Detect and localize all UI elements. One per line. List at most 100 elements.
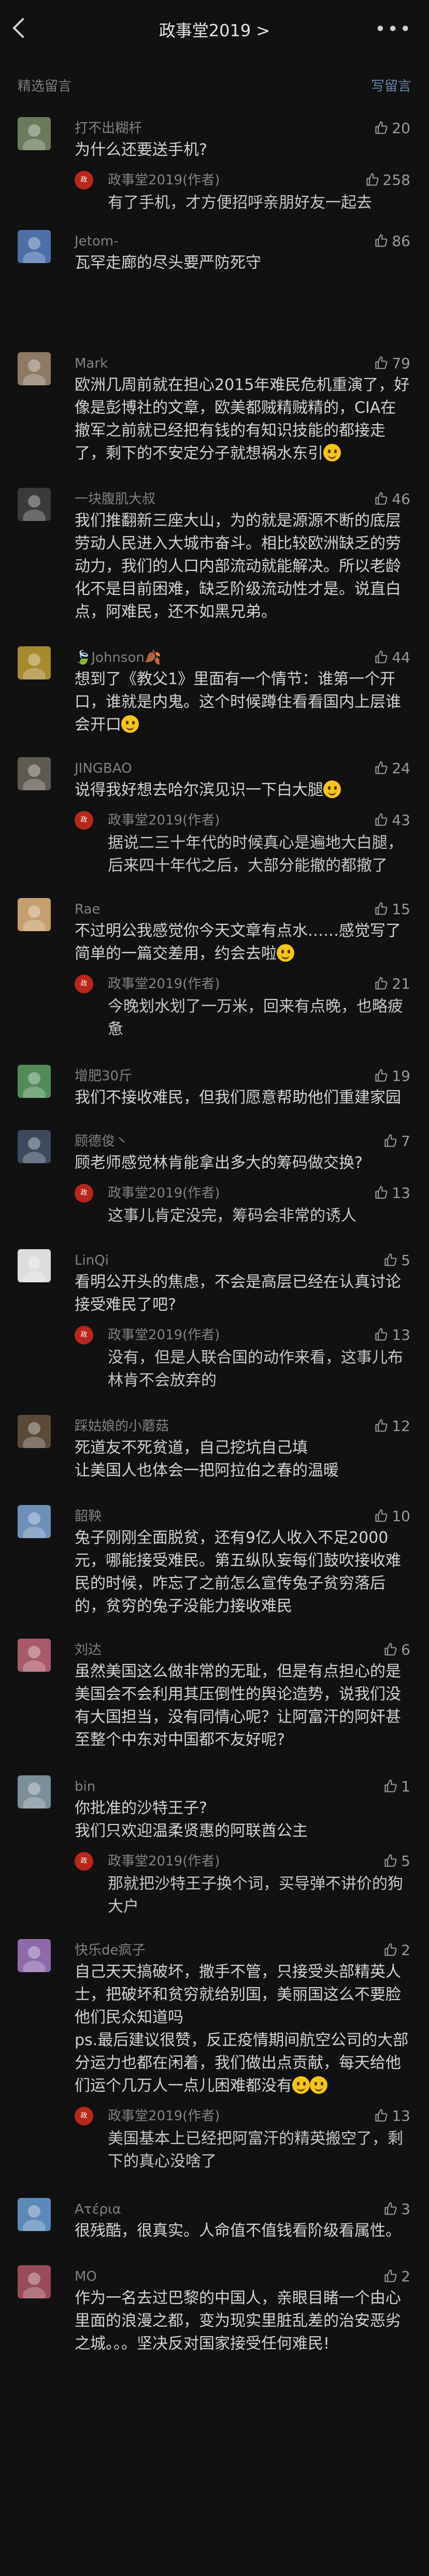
thumbs-up-icon bbox=[374, 901, 392, 918]
comment-item: 快乐de疯子 2 自己天天搞破坏，撒手不管，只接受头部精英人士，把破坏和贫穷就给别国… bbox=[0, 1939, 429, 2173]
top-bar: 政事堂2019 > ••• bbox=[0, 0, 429, 58]
avatar[interactable] bbox=[18, 2265, 51, 2298]
avatar[interactable] bbox=[18, 757, 51, 790]
like-count: 44 bbox=[392, 649, 410, 666]
comment-item: 韶鞅 10 兔子刚刚全面脱贫，还有9亿人收入不足2000元，哪能接受难民。第五纵队妄… bbox=[0, 1505, 429, 1618]
reply-like-button[interactable]: 5 bbox=[383, 1851, 410, 1872]
comment-text: 死道友不死贫道，自己挖坑自己填 让美国人也体会一把阿拉伯之春的温暖 bbox=[75, 1439, 339, 1480]
commenter-name: bin bbox=[75, 1779, 96, 1794]
avatar[interactable] bbox=[18, 1249, 51, 1282]
thumbs-up-icon bbox=[374, 490, 392, 508]
avatar[interactable] bbox=[18, 898, 51, 931]
reply-author-name: 政事堂2019(作者) bbox=[108, 813, 220, 828]
like-button[interactable]: 2 bbox=[383, 1941, 410, 1960]
avatar[interactable] bbox=[18, 1415, 51, 1448]
author-reply: 政政事堂2019(作者) 13 没有，但是人联合国的动作来看，这事儿布林肯不会放弃的 bbox=[75, 1325, 410, 1392]
thumbs-up-icon bbox=[383, 1133, 401, 1150]
reply-like-button[interactable]: 13 bbox=[374, 1183, 410, 1204]
comment-item: 增肥30斤 19 我们不接收难民，但我们愿意帮助他们重建家园 bbox=[0, 1065, 429, 1109]
thumbs-up-icon bbox=[374, 649, 392, 666]
avatar[interactable] bbox=[18, 646, 51, 679]
smiling-face-emoji-icon bbox=[121, 715, 139, 733]
commenter-name: Jetom- bbox=[75, 234, 119, 249]
account-title-link[interactable]: 政事堂2019 > bbox=[0, 18, 429, 41]
avatar[interactable] bbox=[18, 1130, 51, 1163]
avatar[interactable] bbox=[18, 1639, 51, 1672]
like-button[interactable]: 5 bbox=[383, 1251, 410, 1270]
comment-text: 我们不接收难民，但我们愿意帮助他们重建家园 bbox=[75, 1089, 401, 1107]
like-count: 3 bbox=[401, 2201, 410, 2218]
author-reply: 政政事堂2019(作者) 43 据说二三十年代的时候真心是遍地大白腿，后来四十年代之… bbox=[75, 810, 410, 877]
comment-text: 你批准的沙特王子? 我们只欢迎温柔贤惠的阿联酋公主 bbox=[75, 1799, 308, 1840]
like-button[interactable]: 24 bbox=[374, 759, 410, 778]
like-count: 79 bbox=[392, 355, 410, 372]
comment-item: 踩姑娘的小蘑菇 12 死道友不死贫道，自己挖坑自己填 让美国人也体会一把阿拉伯之春的… bbox=[0, 1415, 429, 1482]
commenter-name: 🍃Johnson🍂 bbox=[75, 650, 162, 665]
comment-item: Mark 79 欧洲几周前就在担心2015年难民危机重演了，好像是彭博社的文章，欧美… bbox=[0, 352, 429, 465]
like-count: 10 bbox=[392, 1508, 410, 1525]
thumbs-up-icon bbox=[374, 120, 392, 137]
reply-like-button[interactable]: 21 bbox=[374, 974, 410, 994]
like-button[interactable]: 7 bbox=[383, 1132, 410, 1151]
like-count: 12 bbox=[392, 1417, 410, 1435]
comment-text: 作为一名去过巴黎的中国人，亲眼目睹一个由心里面的浪漫之都，变为现实里脏乱差的治安… bbox=[75, 2289, 401, 2353]
avatar[interactable] bbox=[18, 1505, 51, 1538]
thumbs-up-icon bbox=[383, 1778, 401, 1795]
comment-item: 打不出糊杆 20 为什么还要送手机? 政政事堂2019(作者) 258 有了手机，才方便招… bbox=[0, 117, 429, 214]
reply-like-button[interactable]: 258 bbox=[365, 170, 410, 191]
like-button[interactable]: 6 bbox=[383, 1641, 410, 1659]
comment-item: Rae 15 不过明公我感觉你今天文章有点水……感觉写了简单的一篇交差用，约会去啦政… bbox=[0, 898, 429, 1041]
reply-text: 没有，但是人联合国的动作来看，这事儿布林肯不会放弃的 bbox=[108, 1349, 403, 1390]
avatar[interactable] bbox=[18, 230, 51, 263]
like-button[interactable]: 2 bbox=[383, 2267, 410, 2286]
thumbs-up-icon bbox=[374, 1067, 392, 1084]
like-button[interactable]: 79 bbox=[374, 354, 410, 373]
smiling-face-emoji-icon bbox=[292, 2076, 310, 2094]
like-count: 6 bbox=[401, 1641, 410, 1658]
like-count: 7 bbox=[401, 1133, 410, 1150]
reply-like-button[interactable]: 13 bbox=[374, 1325, 410, 1345]
like-count: 20 bbox=[392, 120, 410, 137]
avatar[interactable] bbox=[18, 1065, 51, 1098]
like-button[interactable]: 19 bbox=[374, 1067, 410, 1086]
avatar[interactable] bbox=[18, 352, 51, 385]
comment-item: MO 2 作为一名去过巴黎的中国人，亲眼目睹一个由心里面的浪漫之都，变为现实里脏乱差… bbox=[0, 2265, 429, 2355]
reply-author-name: 政事堂2019(作者) bbox=[108, 1327, 220, 1343]
reply-like-count: 13 bbox=[392, 2107, 410, 2124]
avatar[interactable] bbox=[18, 117, 51, 150]
thumbs-up-icon bbox=[365, 171, 383, 189]
like-button[interactable]: 3 bbox=[383, 2200, 410, 2219]
avatar[interactable] bbox=[18, 1775, 51, 1808]
thumbs-up-icon bbox=[374, 1184, 392, 1202]
comment-text: 欧洲几周前就在担心2015年难民危机重演了，好像是彭博社的文章，欧美都贼精贼精的… bbox=[75, 376, 410, 462]
more-options-icon[interactable]: ••• bbox=[375, 19, 412, 40]
like-button[interactable]: 10 bbox=[374, 1507, 410, 1526]
like-button[interactable]: 44 bbox=[374, 648, 410, 667]
author-reply: 政政事堂2019(作者) 5 那就把沙特王子换个词，买导弹不讲价的狗大户 bbox=[75, 1851, 410, 1918]
commenter-name: Rae bbox=[75, 902, 101, 917]
author-badge-icon: 政 bbox=[75, 811, 93, 830]
comment-text: 为什么还要送手机? bbox=[75, 141, 207, 159]
comment-text: 瓦罕走廊的尽头要严防死守 bbox=[75, 254, 261, 272]
like-button[interactable]: 1 bbox=[383, 1777, 410, 1796]
like-button[interactable]: 20 bbox=[374, 119, 410, 138]
reply-like-button[interactable]: 43 bbox=[374, 810, 410, 831]
comment-text: 顾老师感觉林肯能拿出多大的筹码做交换? bbox=[75, 1154, 363, 1172]
comment-item: 刘达 6 虽然美国这么做非常的无耻，但是有点担心的是美国会不会利用其压倒性的舆论造势… bbox=[0, 1639, 429, 1752]
like-button[interactable]: 12 bbox=[374, 1417, 410, 1436]
reply-text: 那就把沙特王子换个词，买导弹不讲价的狗大户 bbox=[108, 1875, 403, 1916]
comment-text: 很残酷，很真实。人命值不值钱看阶级看属性。 bbox=[75, 2222, 401, 2240]
write-comment-button[interactable]: 写留言 bbox=[371, 76, 411, 95]
like-button[interactable]: 86 bbox=[374, 232, 410, 251]
avatar[interactable] bbox=[18, 488, 51, 521]
avatar[interactable] bbox=[18, 2198, 51, 2231]
reply-like-button[interactable]: 13 bbox=[374, 2106, 410, 2126]
commenter-name: MO bbox=[75, 2269, 97, 2284]
like-button[interactable]: 15 bbox=[374, 900, 410, 919]
comment-text: 自己天天搞破坏，撒手不管，只接受头部精英人士，把破坏和贫穷就给别国，美丽国这么不… bbox=[75, 1963, 409, 2095]
reply-like-count: 258 bbox=[382, 171, 410, 189]
commenter-name: 顾德俊丶 bbox=[75, 1134, 129, 1149]
thumbs-up-icon bbox=[374, 1417, 392, 1435]
avatar[interactable] bbox=[18, 1939, 51, 1972]
like-button[interactable]: 46 bbox=[374, 490, 410, 509]
